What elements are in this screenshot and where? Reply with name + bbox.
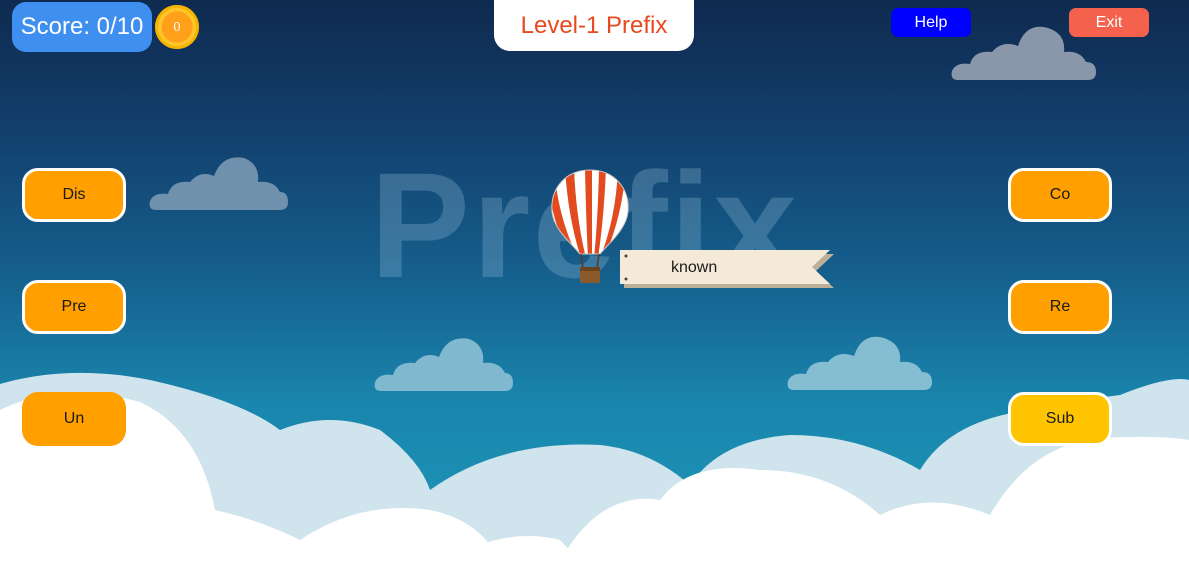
word-card: known [620, 250, 834, 288]
prefix-option-co[interactable]: Co [1008, 168, 1112, 222]
coin-icon: 0 [155, 5, 199, 49]
prefix-option-pre[interactable]: Pre [22, 280, 126, 334]
prefix-option-dis[interactable]: Dis [22, 168, 126, 222]
target-word: known [671, 259, 718, 276]
prefix-option-un[interactable]: Un [22, 392, 126, 446]
exit-button[interactable]: Exit [1069, 8, 1149, 37]
cloud-bank [0, 372, 1189, 561]
help-button[interactable]: Help [891, 8, 971, 37]
level-title: Level-1 Prefix [494, 0, 694, 51]
prefix-option-re[interactable]: Re [1008, 280, 1112, 334]
prefix-option-sub[interactable]: Sub [1008, 392, 1112, 446]
ribbon-banner [620, 250, 834, 288]
game-stage: Prefix Score: 0/10 0 Level-1 Prefix Help… [0, 0, 1189, 561]
score-display: Score: 0/10 [12, 2, 152, 52]
cloud-icon [149, 157, 288, 210]
